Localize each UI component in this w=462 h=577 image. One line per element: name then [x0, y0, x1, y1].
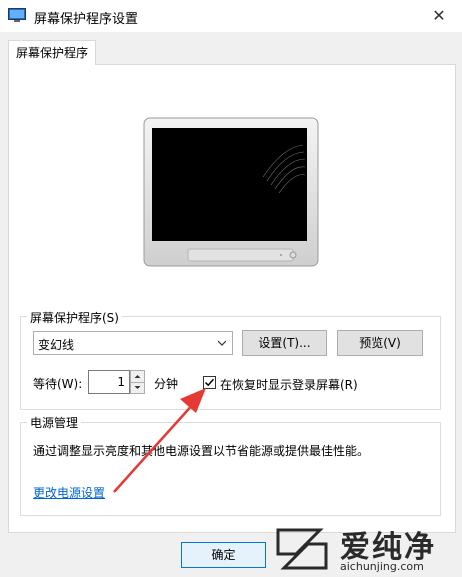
preview-button[interactable]: 预览(V) [337, 330, 423, 356]
settings-button[interactable]: 设置(T)... [242, 330, 327, 356]
power-management-group [20, 422, 441, 516]
screensaver-select[interactable]: 变幻线 [33, 331, 233, 355]
close-icon: ✕ [432, 6, 446, 25]
window-title: 屏幕保护程序设置 [34, 12, 139, 27]
title-bar: 屏幕保护程序设置 ✕ [0, 0, 462, 32]
screensaver-select-value: 变幻线 [38, 338, 75, 352]
monitor-preview-image [143, 117, 319, 267]
chevron-down-icon [218, 340, 226, 346]
display-settings-icon [8, 8, 26, 22]
ok-button[interactable]: 确定 [181, 542, 266, 568]
wait-label: 等待(W): [33, 377, 83, 391]
close-button[interactable]: ✕ [416, 0, 462, 32]
annotation-arrow-icon [113, 388, 206, 493]
change-power-settings-link[interactable]: 更改电源设置 [33, 484, 105, 501]
power-management-group-label: 电源管理 [27, 414, 82, 431]
ok-button-label: 确定 [211, 548, 236, 562]
screensaver-group-label: 屏幕保护程序(S) [27, 309, 122, 326]
tab-label: 屏幕保护程序 [15, 46, 88, 60]
resume-logon-label[interactable]: 在恢复时显示登录屏幕(R) [220, 376, 358, 393]
watermark-logo-icon [276, 528, 328, 570]
watermark-url: aichunjing.com [340, 560, 424, 573]
tab-screensaver[interactable]: 屏幕保护程序 [8, 40, 96, 65]
watermark: 爱纯净 aichunjing.com [272, 520, 462, 577]
preview-button-label: 预览(V) [359, 336, 401, 350]
settings-button-label: 设置(T)... [258, 336, 311, 350]
